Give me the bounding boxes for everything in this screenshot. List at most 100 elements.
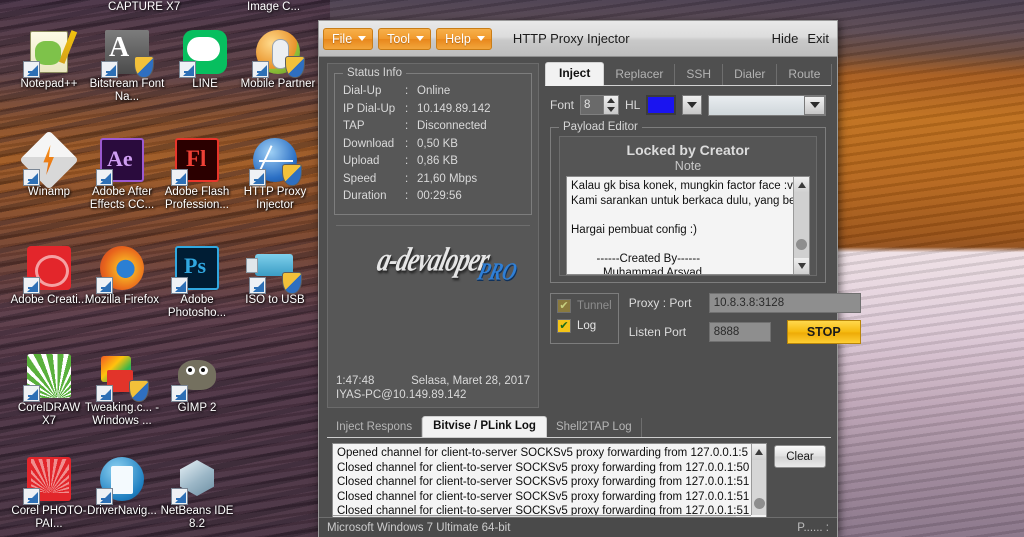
font-label: Font [550,98,575,112]
desktop-icon-label: Bitstream Font Na... [89,78,165,103]
exit-button[interactable]: Exit [807,31,829,46]
menu-help[interactable]: Help [436,27,492,50]
tab-ssh[interactable]: SSH [675,64,724,85]
desktop-icon-netbeans-ide-8-2[interactable]: NetBeans IDE 8.2 [158,455,236,531]
cpp-icon [23,455,73,505]
desktop-icon-corel-photo-pai[interactable]: Corel PHOTO-PAI... [10,455,88,531]
ps-icon [171,244,221,294]
tab-inject[interactable]: Inject [545,62,605,86]
menu-tool-label: Tool [387,31,411,46]
status-info-legend: Status Info [343,67,406,79]
desktop-icon-mozilla-firefox[interactable]: Mozilla Firefox [83,244,161,307]
desktop-icon-label: Corel PHOTO-PAI... [11,505,87,530]
status-row-value: 21,60 Mbps [417,172,478,185]
highlight-color-swatch[interactable] [646,95,677,115]
tunnel-checkbox[interactable]: ✔ [557,299,571,313]
payload-editor-legend: Payload Editor [559,121,642,133]
log-scrollbar-thumb[interactable] [754,498,765,509]
menu-tool[interactable]: Tool [378,27,432,50]
desktop: CAPTURE X7 Image C... Notepad++ Bitstream… [0,0,1024,537]
desktop-icon-drivernavig[interactable]: DriverNavig... [83,455,161,518]
tab-route[interactable]: Route [777,64,833,85]
tunnel-checkbox-row[interactable]: ✔ Tunnel [557,299,612,313]
desktop-icon-adobe-flash-profession[interactable]: Adobe Flash Profession... [158,136,236,212]
desktop-icon-gimp-2[interactable]: GIMP 2 [158,352,236,415]
scroll-down-button[interactable] [794,258,809,274]
hide-button[interactable]: Hide [772,31,799,46]
desktop-icon-iso-to-usb[interactable]: ISO to USB [236,244,314,307]
shortcut-arrow-icon [249,277,266,294]
tab-replacer[interactable]: Replacer [604,64,676,85]
note-vertical-scrollbar[interactable] [793,177,809,274]
note-text: Kalau gk bisa konek, mungkin factor face… [571,180,801,275]
log-checkbox-row[interactable]: ✔ Log [557,319,612,333]
status-row-key: Dial-Up [343,85,382,97]
connection-fields: Proxy : Port 10.8.3.8:3128 Listen Port 8… [629,293,861,344]
log-tab-strip: Inject Respons Bitvise / PLink Log Shell2T… [327,415,831,437]
desktop-icon-label: ISO to USB [245,294,305,306]
desktop-icon-bitstream-font-na[interactable]: Bitstream Font Na... [88,28,166,104]
host-identity: IYAS-PC@10.149.89.142 [336,389,467,401]
note-textarea[interactable]: Kalau gk bisa konek, mungkin factor face… [566,176,810,275]
desktop-icon-notepad[interactable]: Notepad++ [10,28,88,91]
desktop-icon-winamp[interactable]: Winamp [10,130,88,199]
window-title: HTTP Proxy Injector [512,31,630,46]
status-info-rows: Dial-Up: Online IP Dial-Up:10.149.89.142 TA… [343,83,523,206]
desktop-top-label-1: Image C... [247,1,301,13]
chevron-up-icon [755,449,763,455]
desktop-icon-label: Notepad++ [20,78,78,90]
font-size-arrows[interactable] [603,96,619,114]
tab-dialer[interactable]: Dialer [723,64,778,85]
log-checkbox[interactable]: ✔ [557,319,571,333]
status-row-speed: Speed:21,60 Mbps [343,171,523,189]
payload-preset-combobox[interactable] [708,94,826,116]
proxy-port-input[interactable]: 10.8.3.8:3128 [708,293,861,313]
gimp-icon [171,352,221,402]
menu-file[interactable]: File [323,27,374,50]
desktop-icon-adobe-creati[interactable]: Adobe Creati... [10,244,88,307]
scrollbar-thumb[interactable] [796,239,807,250]
desktop-icon-mobile-partner[interactable]: Mobile Partner [239,28,317,91]
log-tab-shell2tap-log[interactable]: Shell2TAP Log [547,418,642,437]
desktop-icon-adobe-after-effects-cc[interactable]: Adobe After Effects CC... [83,136,161,212]
desktop-icon-label: Adobe Photosho... [167,294,227,319]
highlight-color-dropdown-button[interactable] [682,95,703,115]
log-scroll-up-button[interactable] [752,444,766,460]
log-tab-inject-respons[interactable]: Inject Respons [327,418,423,437]
status-row-tap: TAP: Disconnected [343,118,523,136]
log-section: Inject Respons Bitvise / PLink Log Shell2T… [327,415,831,531]
clear-button[interactable]: Clear [774,445,826,468]
scroll-up-button[interactable] [794,177,809,193]
status-row-download: Download:0,50 KB [343,136,523,154]
payload-preset-dropdown-button[interactable] [804,95,825,115]
desktop-icon-label: Adobe After Effects CC... [89,186,155,211]
desktop-icon-adobe-photosho[interactable]: Adobe Photosho... [158,244,236,320]
payload-editor-group: Payload Editor Locked by Creator Note Ka… [550,121,826,283]
status-row-value: 10.149.89.142 [417,102,491,115]
uac-shield-icon [282,272,302,294]
status-row-dial-up: Dial-Up: Online [343,83,523,101]
status-info-group: Status Info Dial-Up: Online IP Dial-Up:10.… [334,67,532,215]
main-tab-strip: Inject Replacer SSH Dialer Route [545,62,833,86]
chevron-up-icon [607,98,616,103]
chevron-down-icon [476,36,485,41]
connection-controls-row: ✔ Tunnel ✔ Log Proxy : Port 10.8.3.8:312… [550,293,861,344]
stop-button[interactable]: STOP [786,320,861,344]
status-row-key: Speed [343,172,377,185]
log-vertical-scrollbar[interactable] [751,444,766,515]
clock-box: 1:47:48 Selasa, Maret 28, 2017 IYAS-PC@1… [328,375,538,401]
status-row-separator: : [405,155,409,167]
desktop-icon-coreldraw-x7[interactable]: CorelDRAW X7 [10,352,88,428]
desktop-icon-tweaking-c-windows[interactable]: Tweaking.c... - Windows ... [83,352,161,428]
status-row-key: Upload [343,155,380,167]
status-row-value: Online [417,85,451,97]
status-row-value: Disconnected [417,120,487,132]
listen-port-input[interactable]: 8888 [708,322,771,342]
desktop-icon-http-proxy-injector[interactable]: HTTP Proxy Injector [236,136,314,212]
font-size-stepper[interactable]: 8 [580,95,620,115]
shortcut-arrow-icon [179,61,196,78]
status-row-key: Download [343,137,395,150]
log-tab-bitvise-plink-log[interactable]: Bitvise / PLink Log [422,416,547,437]
payload-editor-inner: Locked by Creator Note Kalau gk bisa kon… [559,136,817,276]
desktop-icon-line[interactable]: LINE [166,28,244,91]
